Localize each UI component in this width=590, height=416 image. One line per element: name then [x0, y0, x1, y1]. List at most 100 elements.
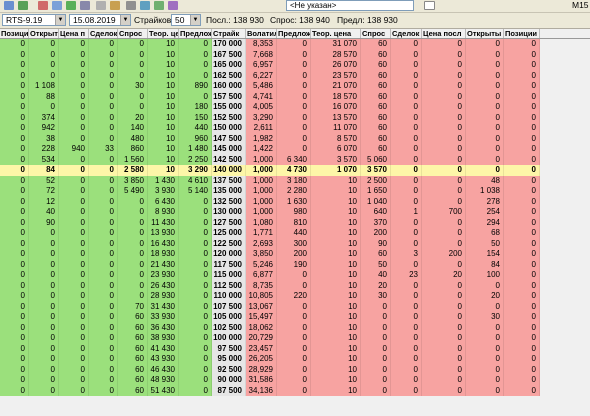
column-header[interactable]: Спрос — [361, 29, 391, 38]
table-row[interactable]: 0 0 0 0 0 13 930 0 125 000 1,771 440 10 200 0 0 68 0 — [0, 228, 590, 239]
table-cell: 0 — [391, 102, 422, 113]
table-row[interactable]: 0 0 0 0 60 41 430 0 97 500 23,457 0 10 0 0 0 0 0 — [0, 343, 590, 354]
chevron-down-icon[interactable]: ▼ — [190, 15, 200, 25]
table-cell: 84 — [29, 165, 59, 176]
table-row[interactable]: 0 72 0 0 5 490 3 930 5 140 135 000 1,000 2 280 10 1… — [0, 186, 590, 197]
table-cell: 1 070 — [311, 165, 361, 176]
table-cell: 0 — [179, 217, 212, 228]
table-row[interactable]: 0 228 940 33 860 10 1 480 145 000 1,422 0 6 070 60 0… — [0, 144, 590, 155]
table-row[interactable]: 0 40 0 0 0 8 930 0 130 000 1,000 980 10 640 1 700 254 0 — [0, 207, 590, 218]
strikes-value: 50 — [175, 15, 185, 25]
account-select[interactable]: <Не указан> — [286, 0, 414, 11]
table-row[interactable]: 0 0 0 0 60 33 930 0 105 000 15,497 0 10 0 0 0 30 0 — [0, 312, 590, 323]
column-header[interactable]: Цена п — [59, 29, 89, 38]
filter-icon[interactable] — [140, 1, 150, 10]
table-row[interactable]: 0 38 0 0 480 10 960 147 500 1,982 0 8 570 60 0 0 0 0 — [0, 133, 590, 144]
print-icon[interactable] — [80, 1, 90, 10]
table-cell: 0 — [59, 217, 89, 228]
table-row[interactable]: 0 942 0 0 140 10 440 150 000 2,611 0 11 070 60 0 0 0 0 — [0, 123, 590, 134]
table-icon[interactable] — [52, 1, 62, 10]
table-row[interactable]: 0 90 0 0 0 11 430 0 127 500 1,080 810 10 370 0 0 294 0 — [0, 217, 590, 228]
column-header[interactable]: Предлож — [277, 29, 311, 38]
table-row[interactable]: 0 0 0 0 0 10 0 167 500 7,668 0 28 570 60 0 0 0 0 — [0, 49, 590, 60]
table-row[interactable]: 0 88 0 0 0 10 0 157 500 4,741 0 18 570 60 0 0 0 0 — [0, 91, 590, 102]
table-cell: 20 — [361, 280, 391, 291]
table-row[interactable]: 0 0 0 0 0 21 430 0 117 500 5,246 190 10 50 0 0 84 0 — [0, 259, 590, 270]
table-cell: 68 — [466, 228, 504, 239]
paste-icon[interactable] — [110, 1, 120, 10]
table-row[interactable]: 0 0 0 0 0 16 430 0 122 500 2,693 300 10 90 0 0 50 0 — [0, 238, 590, 249]
table-cell: 0 — [118, 249, 148, 260]
instrument-select[interactable]: RTS-9.19 ▼ — [2, 14, 66, 26]
table-cell: 6,877 — [246, 270, 277, 281]
column-header[interactable]: Страйк — [212, 29, 246, 38]
table-row[interactable]: 0 0 0 0 70 31 430 0 107 500 13,067 0 10 0 0 0 0 0 — [0, 301, 590, 312]
zoom-icon[interactable] — [168, 1, 178, 10]
table-row[interactable]: 0 0 0 0 0 10 0 170 000 8,353 0 31 070 60 0 0 0 0 — [0, 39, 590, 50]
column-header[interactable]: Спрос — [118, 29, 148, 38]
help-icon[interactable] — [424, 1, 435, 10]
table-cell: 0 — [466, 280, 504, 291]
table-row[interactable]: 0 0 0 0 60 46 430 0 92 500 28,929 0 10 0 0 0 0 0 — [0, 364, 590, 375]
column-header[interactable]: Открыты — [466, 29, 504, 38]
table-row[interactable]: 0 0 0 0 0 18 930 0 120 000 3,850 200 10 60 3 200 154 0 — [0, 249, 590, 260]
calendar-dropdown-icon[interactable]: ▼ — [120, 15, 130, 25]
column-header[interactable]: Теор. цена — [148, 29, 179, 38]
table-row[interactable]: 0 534 0 0 1 560 10 2 250 142 500 1,000 6 340 3 570… — [0, 154, 590, 165]
refresh-icon[interactable] — [154, 1, 164, 10]
table-cell: 190 — [277, 259, 311, 270]
table-row[interactable]: 0 0 0 0 0 10 0 165 000 6,957 0 26 070 60 0 0 0 0 — [0, 60, 590, 71]
settings-icon[interactable] — [126, 1, 136, 10]
undo-icon[interactable] — [4, 1, 14, 10]
table-row[interactable]: 0 0 0 0 0 23 930 0 115 000 6,877 0 10 40 23 20 100 0 — [0, 270, 590, 281]
table-cell: 1,982 — [246, 133, 277, 144]
table-cell: 0 — [466, 385, 504, 396]
table-cell: 1,771 — [246, 228, 277, 239]
table-row[interactable]: 0 0 0 0 60 51 430 0 87 500 34,136 0 10 0 0 0 0 0 — [0, 385, 590, 396]
column-header[interactable]: Предлож — [179, 29, 212, 38]
chevron-down-icon[interactable]: ▼ — [55, 15, 65, 25]
table-cell: 0 — [0, 238, 29, 249]
table-row[interactable]: 0 0 0 0 60 48 930 0 90 000 31,586 0 10 0 0 0 0 0 — [0, 375, 590, 386]
table-row[interactable]: 0 0 0 0 60 38 930 0 100 000 20,729 0 10 0 0 0 0 0 — [0, 333, 590, 344]
table-cell: 0 — [0, 291, 29, 302]
table-cell: 0 — [422, 102, 466, 113]
table-row[interactable]: 0 84 0 0 2 580 10 3 290 140 000 1,000 4 730 1 070 3… — [0, 165, 590, 176]
table-cell: 0 — [59, 165, 89, 176]
export-icon[interactable] — [66, 1, 76, 10]
table-cell: 0 — [361, 375, 391, 386]
date-select[interactable]: 15.08.2019 ▼ — [69, 14, 131, 26]
strikes-select[interactable]: 50 ▼ — [171, 14, 201, 26]
table-cell: 6,227 — [246, 70, 277, 81]
table-row[interactable]: 0 52 0 0 3 850 1 430 4 610 137 500 1,000 3 180 10 2… — [0, 175, 590, 186]
column-header[interactable]: Позиции — [504, 29, 540, 38]
table-cell: 13,067 — [246, 301, 277, 312]
column-header[interactable]: Открыты — [29, 29, 59, 38]
table-cell: 10 — [311, 280, 361, 291]
table-row[interactable]: 0 0 0 0 0 10 180 155 000 4,005 0 16 070 60 0 0 0 0 — [0, 102, 590, 113]
column-header[interactable]: Теор. цена — [311, 29, 361, 38]
strike-cell: 147 500 — [212, 133, 246, 144]
copy-icon[interactable] — [96, 1, 106, 10]
table-row[interactable]: 0 12 0 0 0 6 430 0 132 500 1,000 1 630 10 1 040 0 0 27… — [0, 196, 590, 207]
table-row[interactable]: 0 0 0 0 0 10 0 162 500 6,227 0 23 570 60 0 0 0 0 — [0, 70, 590, 81]
table-cell: 0 — [466, 91, 504, 102]
table-cell: 60 — [118, 322, 148, 333]
column-header[interactable]: Позиции — [0, 29, 29, 38]
table-row[interactable]: 0 374 0 0 20 10 150 152 500 3,290 0 13 570 60 0 0 0 0 — [0, 112, 590, 123]
table-cell: 3 930 — [148, 186, 179, 197]
column-header[interactable]: Сделок — [391, 29, 422, 38]
column-header[interactable]: Волатил — [246, 29, 277, 38]
table-row[interactable]: 0 0 0 0 0 26 430 0 112 500 8,735 0 10 20 0 0 0 0 — [0, 280, 590, 291]
strike-cell: 115 000 — [212, 270, 246, 281]
table-row[interactable]: 0 0 0 0 60 36 430 0 102 500 18,062 0 10 0 0 0 0 0 — [0, 322, 590, 333]
column-header[interactable]: Цена посл — [422, 29, 466, 38]
table-row[interactable]: 0 0 0 0 60 43 930 0 95 000 26,205 0 10 0 0 0 0 0 — [0, 354, 590, 365]
table-row[interactable]: 01 108 0 0 30 10 890 160 000 5,486 0 21 070 60 0 0 0 0 — [0, 81, 590, 92]
table-cell: 10 — [148, 102, 179, 113]
table-row[interactable]: 0 0 0 0 0 28 930 0 110 000 10,805 220 10 30 0 0 20 0 — [0, 291, 590, 302]
chart-icon[interactable] — [38, 1, 48, 10]
table-cell: 0 — [0, 385, 29, 396]
redo-icon[interactable] — [18, 1, 28, 10]
column-header[interactable]: Сделок — [89, 29, 118, 38]
